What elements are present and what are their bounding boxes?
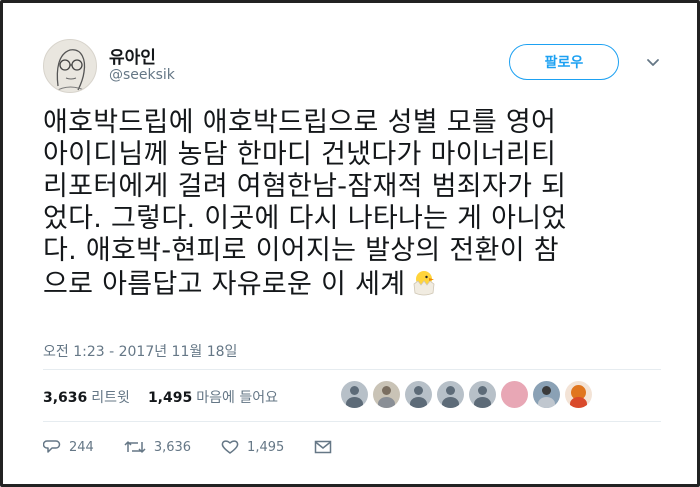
retweet-stat[interactable]: 3,636 리트윗	[43, 387, 130, 407]
reply-icon	[43, 439, 61, 455]
tweet-line: 아이디님께 농담 한마디 건냈다가 마이너리티	[43, 139, 557, 170]
tweet-line-text: 으로 아름답고 자유로운 이 세계	[43, 269, 406, 300]
direct-message-button[interactable]	[314, 439, 332, 455]
liker-avatars	[341, 381, 592, 408]
tweet-timestamp[interactable]: 오전 1:23 - 2017년 11월 18일	[43, 341, 237, 361]
engagement-stats: 3,636 리트윗 1,495 마음에 들어요	[43, 387, 278, 407]
retweet-icon	[124, 439, 146, 455]
liker-avatar[interactable]	[341, 381, 368, 408]
follow-button[interactable]: 팔로우	[509, 44, 619, 80]
like-stat-label: 마음에 들어요	[196, 390, 278, 406]
action-bar: 244 3,636 1,495	[43, 439, 362, 455]
divider	[43, 369, 661, 370]
liker-avatar[interactable]	[373, 381, 400, 408]
liker-avatar[interactable]	[565, 381, 592, 408]
tweet-line: 리포터에게 걸려 여혐한남-잠재적 범죄자가 되	[43, 171, 567, 202]
liker-avatar[interactable]	[405, 381, 432, 408]
like-count: 1,495	[247, 439, 285, 455]
hatching-chick-emoji	[409, 267, 439, 305]
user-handle[interactable]: @seeksik	[109, 67, 175, 83]
like-stat[interactable]: 1,495 마음에 들어요	[148, 387, 278, 407]
retweet-button[interactable]: 3,636	[124, 439, 191, 455]
chevron-down-icon[interactable]	[643, 55, 663, 71]
like-button[interactable]: 1,495	[221, 439, 284, 455]
tweet-card: 유아인 @seeksik 팔로우 애호박드립에 애호박드립으로 성별 모를 영어…	[0, 0, 700, 487]
liker-avatar[interactable]	[501, 381, 528, 408]
retweet-stat-count: 3,636	[43, 390, 88, 406]
reply-count: 244	[69, 439, 94, 455]
liker-avatar[interactable]	[437, 381, 464, 408]
liker-avatar[interactable]	[469, 381, 496, 408]
liker-avatar[interactable]	[533, 381, 560, 408]
avatar[interactable]	[43, 39, 97, 93]
retweet-count: 3,636	[153, 439, 192, 455]
like-stat-count: 1,495	[147, 390, 193, 406]
divider	[43, 421, 661, 422]
display-name[interactable]: 유아인	[109, 43, 156, 68]
tweet-line: 었다. 그렇다. 이곳에 다시 나타나는 게 아니었	[43, 203, 567, 234]
tweet-text: 애호박드립에 애호박드립으로 성별 모를 영어 아이디님께 농담 한마디 건냈다…	[43, 107, 673, 305]
envelope-icon	[314, 439, 332, 455]
reply-button[interactable]: 244	[43, 439, 94, 455]
tweet-line: 다. 애호박-현피로 이어지는 발상의 전환이 참	[43, 235, 559, 266]
retweet-stat-label: 리트윗	[91, 390, 130, 406]
avatar-sketch	[53, 49, 89, 92]
tweet-line: 애호박드립에 애호박드립으로 성별 모를 영어	[43, 107, 557, 138]
tweet-line-last: 으로 아름답고 자유로운 이 세계	[43, 267, 673, 305]
heart-icon	[221, 439, 239, 455]
